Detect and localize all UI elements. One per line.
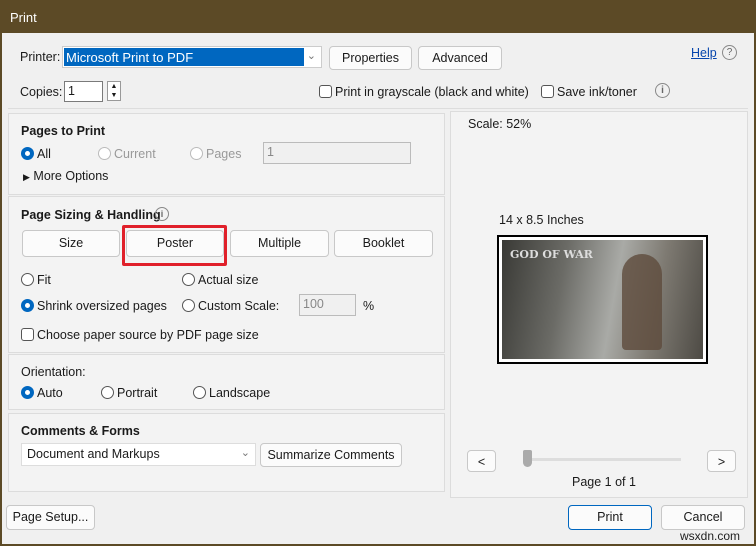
custom-scale-input[interactable]: 100 (299, 294, 356, 316)
chevron-down-icon: ⌄ (306, 50, 316, 62)
radio-portrait[interactable]: Portrait (101, 386, 157, 400)
watermark: wsxdn.com (680, 529, 741, 543)
pages-to-print-panel: Pages to Print All Current Pages 1 ▶ Mor… (8, 113, 445, 195)
save-ink-checkbox[interactable]: Save ink/toner (541, 85, 637, 99)
pages-label: Pages (206, 147, 242, 161)
page-preview: GOD OF WAR (497, 235, 708, 364)
cancel-button[interactable]: Cancel (661, 505, 745, 530)
fit-label: Fit (37, 273, 51, 287)
radio-pages[interactable]: Pages (190, 147, 241, 161)
advanced-button[interactable]: Advanced (418, 46, 502, 70)
preview-image: GOD OF WAR (502, 240, 703, 359)
radio-fit[interactable]: Fit (21, 273, 51, 287)
comments-value: Document and Markups (27, 447, 160, 461)
divider (8, 108, 748, 109)
grayscale-checkbox[interactable]: Print in grayscale (black and white) (319, 85, 529, 99)
all-label: All (37, 147, 51, 161)
chevron-down-icon: ⌄ (240, 447, 250, 459)
print-dialog: Printer: Microsoft Print to PDF ⌄ Proper… (2, 33, 754, 544)
title-bar: Print (0, 0, 756, 33)
properties-button[interactable]: Properties (329, 46, 412, 70)
page-sizing-panel: Page Sizing & Handling i Size Poster Mul… (8, 196, 445, 353)
size-tab[interactable]: Size (22, 230, 120, 257)
comments-panel: Comments & Forms Document and Markups ⌄ S… (8, 413, 445, 492)
next-page-button[interactable]: > (707, 450, 736, 472)
summarize-comments-button[interactable]: Summarize Comments (260, 443, 402, 467)
down-arrow-icon[interactable]: ▼ (108, 91, 120, 100)
pages-input[interactable]: 1 (263, 142, 411, 164)
comments-select[interactable]: Document and Markups ⌄ (21, 443, 256, 466)
printer-label: Printer: (20, 50, 61, 64)
help-link[interactable]: Help (691, 46, 717, 60)
radio-current[interactable]: Current (98, 147, 156, 161)
checkbox-icon[interactable] (21, 328, 34, 341)
multiple-tab[interactable]: Multiple (230, 230, 329, 257)
page-size-label: 14 x 8.5 Inches (499, 213, 584, 227)
orientation-panel: Orientation: Auto Portrait Landscape (8, 354, 445, 410)
info-icon[interactable]: i (155, 207, 169, 221)
radio-actual-size[interactable]: Actual size (182, 273, 258, 287)
highlight-box (122, 225, 227, 266)
save-ink-label: Save ink/toner (557, 85, 637, 99)
print-button[interactable]: Print (568, 505, 652, 530)
percent-label: % (363, 299, 375, 313)
character-figure (622, 254, 662, 350)
copies-stepper[interactable]: ▲ ▼ (107, 81, 121, 101)
page-count: Page 1 of 1 (572, 475, 636, 489)
auto-label: Auto (37, 386, 63, 400)
window-title: Print (10, 10, 37, 25)
paper-source-label: Choose paper source by PDF page size (37, 328, 259, 342)
radio-custom-scale[interactable]: Custom Scale: (182, 299, 279, 313)
up-arrow-icon[interactable]: ▲ (108, 82, 120, 91)
radio-landscape[interactable]: Landscape (193, 386, 270, 400)
shrink-label: Shrink oversized pages (37, 299, 167, 313)
checkbox-icon[interactable] (319, 85, 332, 98)
help-icon[interactable]: ? (722, 45, 737, 60)
radio-all[interactable]: All (21, 147, 51, 161)
comments-title: Comments & Forms (21, 424, 140, 438)
landscape-label: Landscape (209, 386, 271, 400)
more-options-toggle[interactable]: ▶ More Options (23, 169, 108, 183)
copies-label: Copies: (20, 85, 63, 99)
printer-value: Microsoft Print to PDF (64, 48, 304, 66)
info-icon[interactable]: i (655, 83, 670, 98)
prev-page-button[interactable]: < (467, 450, 496, 472)
portrait-label: Portrait (117, 386, 158, 400)
orientation-title: Orientation: (21, 365, 86, 379)
current-label: Current (114, 147, 156, 161)
page-slider[interactable] (531, 458, 681, 461)
scale-label: Scale: 52% (468, 117, 532, 131)
booklet-tab[interactable]: Booklet (334, 230, 433, 257)
slider-thumb[interactable] (523, 450, 532, 467)
checkbox-icon[interactable] (541, 85, 554, 98)
grayscale-label: Print in grayscale (black and white) (335, 85, 529, 99)
radio-shrink[interactable]: Shrink oversized pages (21, 299, 167, 313)
custom-scale-label: Custom Scale: (198, 299, 280, 313)
triangle-right-icon: ▶ (23, 172, 30, 182)
preview-panel: Scale: 52% 14 x 8.5 Inches GOD OF WAR < … (450, 111, 748, 498)
printer-select[interactable]: Microsoft Print to PDF ⌄ (62, 46, 322, 68)
more-options-label: More Options (33, 169, 109, 183)
pages-to-print-title: Pages to Print (21, 124, 106, 138)
page-sizing-title: Page Sizing & Handling (21, 208, 161, 222)
actual-size-label: Actual size (198, 273, 259, 287)
game-logo: GOD OF WAR (510, 248, 593, 261)
radio-auto[interactable]: Auto (21, 386, 63, 400)
paper-source-checkbox[interactable]: Choose paper source by PDF page size (21, 328, 259, 342)
copies-input[interactable]: 1 (64, 81, 103, 102)
page-setup-button[interactable]: Page Setup... (6, 505, 95, 530)
